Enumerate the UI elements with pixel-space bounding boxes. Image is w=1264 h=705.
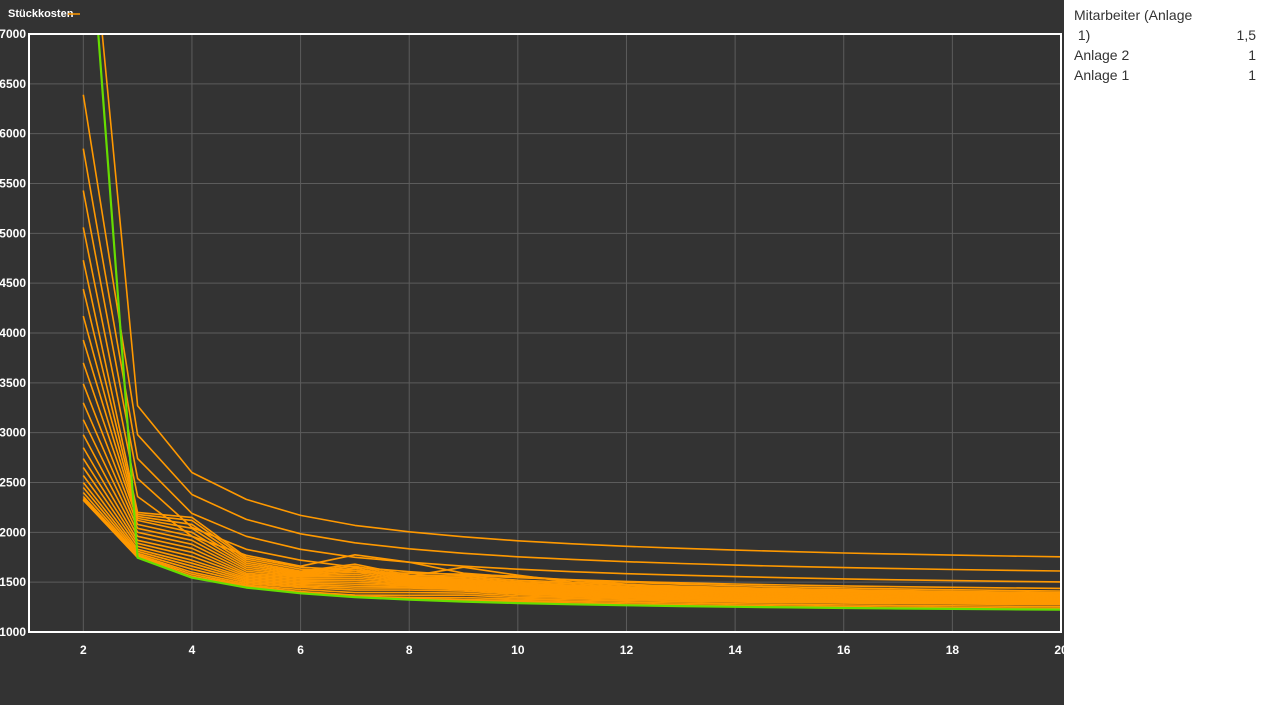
y-tick-label: 2500	[0, 476, 26, 490]
param-row-anlage-1: Anlage 1 1	[1074, 65, 1256, 85]
x-axis: 2 4 6 8 10 12 14 16 18 20	[80, 643, 1064, 657]
param-value: 1,5	[1236, 27, 1256, 43]
y-tick-label: 4500	[0, 276, 26, 290]
x-tick-label: 18	[946, 643, 960, 657]
y-tick-label: 6500	[0, 77, 26, 91]
x-tick-label: 12	[620, 643, 634, 657]
param-value: 1	[1248, 47, 1256, 63]
y-tick-label: 7000	[0, 27, 26, 41]
x-tick-label: 10	[511, 643, 525, 657]
y-tick-label: 2000	[0, 525, 26, 539]
x-tick-label: 6	[297, 643, 304, 657]
parameter-panel: Mitarbeiter (Anlage 1) 1,5 Anlage 2 1 An…	[1064, 0, 1264, 705]
series-line-7	[82, 288, 1061, 595]
legend[interactable]: Stückkosten	[8, 8, 80, 20]
param-label: Mitarbeiter (Anlage	[1074, 7, 1193, 23]
series-line-3	[82, 148, 1061, 583]
series-line-5	[82, 227, 1061, 592]
y-tick-label: 5000	[0, 226, 26, 240]
y-axis: 1000 1500 2000 2500 3000 3500 4000 4500 5000 5500…	[0, 27, 26, 639]
x-tick-label: 20	[1054, 643, 1064, 657]
x-tick-label: 2	[80, 643, 87, 657]
y-tick-label: 3000	[0, 426, 26, 440]
x-tick-label: 4	[189, 643, 196, 657]
param-value: 1	[1248, 67, 1256, 83]
legend-label: Stückkosten	[8, 8, 74, 20]
series-group	[82, 34, 1061, 611]
series-line-min	[97, 34, 1061, 611]
x-tick-label: 8	[406, 643, 413, 657]
cost-chart: 1000 1500 2000 2500 3000 3500 4000 4500 5000 5500…	[0, 8, 1064, 657]
param-row-anlage-2: Anlage 2 1	[1074, 45, 1256, 65]
param-label: Anlage 2	[1074, 47, 1130, 63]
chart-panel: 1000 1500 2000 2500 3000 3500 4000 4500 5000 5500…	[0, 0, 1064, 705]
y-tick-label: 3500	[0, 376, 26, 390]
param-row-employees: Mitarbeiter (Anlage	[1074, 5, 1256, 25]
param-row-employees-cont: 1) 1,5	[1074, 25, 1256, 45]
y-tick-label: 5500	[0, 177, 26, 191]
y-tick-label: 6000	[0, 127, 26, 141]
x-tick-label: 14	[728, 643, 742, 657]
series-line-10	[82, 362, 1061, 598]
param-label: Anlage 1	[1074, 67, 1130, 83]
y-tick-label: 1500	[0, 575, 26, 589]
x-tick-label: 16	[837, 643, 851, 657]
y-tick-label: 4000	[0, 326, 26, 340]
y-tick-label: 1000	[0, 625, 26, 639]
param-label: 1)	[1074, 27, 1091, 43]
